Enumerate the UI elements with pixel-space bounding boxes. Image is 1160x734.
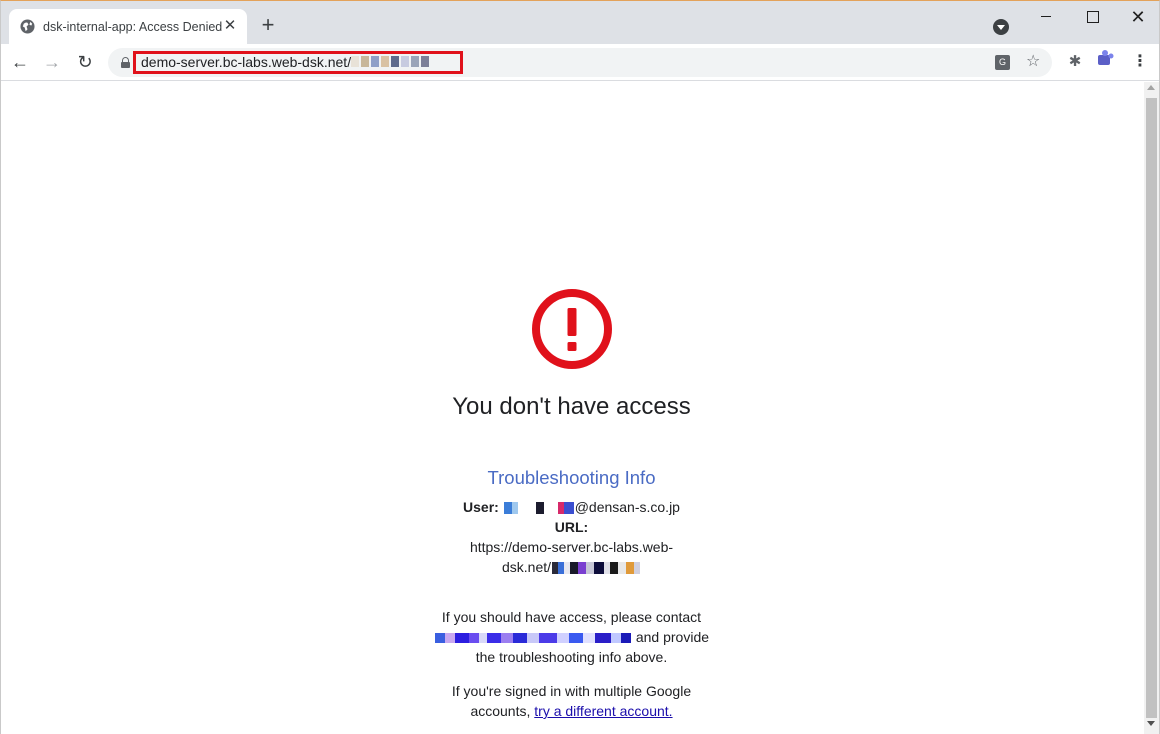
forward-arrow-icon[interactable]: →: [42, 52, 62, 72]
active-tab[interactable]: dsk-internal-app: Access Denied ✕: [9, 9, 247, 44]
page-content: You don't have access Troubleshooting In…: [1, 82, 1144, 734]
close-window-button[interactable]: ✕: [1126, 7, 1150, 27]
multi-account-line1: If you're signed in with multiple Google: [451, 683, 692, 699]
redacted-url-path-inline: [552, 562, 641, 575]
redacted-username: [503, 502, 574, 515]
contact-message-line3: the troubleshooting info above.: [475, 649, 668, 665]
address-bar[interactable]: demo-server.bc-labs.web-dsk.net/ G ☆: [108, 48, 1052, 77]
new-tab-button[interactable]: +: [257, 14, 279, 37]
contact-message-line2: and provide: [1, 629, 1142, 645]
teams-extension-icon[interactable]: [1095, 49, 1115, 69]
contact-message-line1: If you should have access, please contac…: [441, 609, 702, 625]
contact-message-provide: and provide: [635, 629, 710, 645]
translate-icon[interactable]: G: [995, 55, 1010, 70]
multi-account-prefix: accounts,: [470, 703, 531, 719]
browser-toolbar: ← → ↻ demo-server.bc-labs.web-dsk.net/ G…: [1, 44, 1159, 81]
user-info: User: @densan-s.co.jp: [1, 499, 1142, 515]
url-value-prefix: dsk.net/: [501, 559, 552, 575]
menu-kebab-icon[interactable]: ⋮: [1132, 53, 1148, 71]
troubleshooting-heading: Troubleshooting Info: [487, 467, 656, 488]
globe-icon: [20, 19, 35, 34]
url-value-line1: https://demo-server.bc-labs.web-: [469, 539, 674, 555]
scroll-up-arrow-icon[interactable]: [1147, 85, 1155, 90]
url-text[interactable]: demo-server.bc-labs.web-dsk.net/: [141, 54, 351, 70]
scrollbar-thumb[interactable]: [1146, 98, 1157, 718]
exclamation-circle-icon: [532, 289, 612, 369]
tab-title: dsk-internal-app: Access Denied: [43, 20, 223, 34]
maximize-button[interactable]: [1080, 7, 1104, 27]
tab-search-icon[interactable]: [993, 19, 1009, 35]
try-different-account-link[interactable]: try a different account.: [534, 703, 672, 719]
url-value-line2: dsk.net/: [1, 559, 1142, 575]
lock-icon[interactable]: [121, 57, 130, 68]
minimize-button[interactable]: [1034, 7, 1058, 27]
tab-close-icon[interactable]: ✕: [222, 18, 238, 34]
page-title: You don't have access: [452, 393, 691, 420]
user-label: User:: [463, 499, 499, 515]
scroll-down-arrow-icon[interactable]: [1147, 721, 1155, 726]
multi-account-line2: accounts, try a different account.: [1, 703, 1142, 719]
reload-icon[interactable]: ↻: [75, 52, 95, 72]
url-label: URL:: [554, 519, 589, 535]
user-email-domain: @densan-s.co.jp: [574, 499, 680, 515]
page-scrollbar[interactable]: [1144, 82, 1159, 734]
back-arrow-icon[interactable]: ←: [10, 52, 30, 72]
redacted-contact-email: [434, 633, 631, 644]
tab-strip: dsk-internal-app: Access Denied ✕ + ✕: [1, 1, 1159, 44]
redacted-url-path: [351, 56, 429, 67]
bookmark-star-icon[interactable]: ☆: [1026, 52, 1040, 72]
extensions-puzzle-icon[interactable]: ✱: [1067, 54, 1083, 70]
